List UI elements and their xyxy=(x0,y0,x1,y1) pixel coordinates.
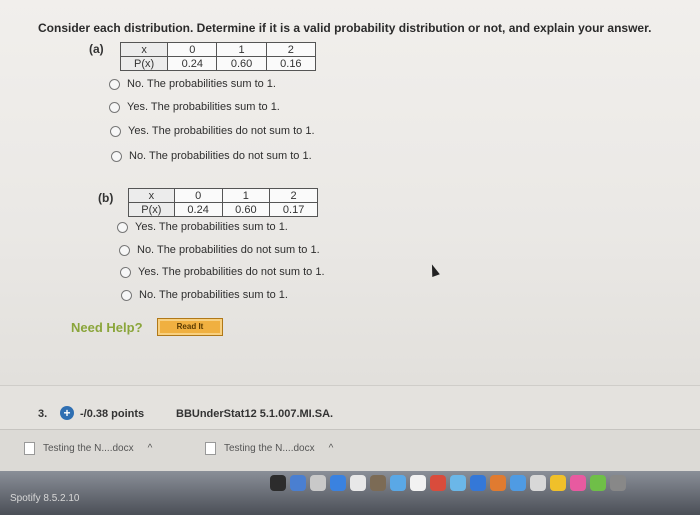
read-it-button[interactable]: Read It xyxy=(157,318,223,336)
option-label: Yes. The probabilities sum to 1. xyxy=(127,101,280,113)
table-cell: 1 xyxy=(221,188,271,203)
next-question-bar: 3. + -/0.38 points BBUnderStat12 5.1.007… xyxy=(0,385,700,430)
radio-button[interactable] xyxy=(109,78,120,90)
app-icon[interactable] xyxy=(490,475,506,491)
option-label: Yes. The probabilities sum to 1. xyxy=(135,221,288,233)
table-cell: 1 xyxy=(216,42,267,57)
document-icon xyxy=(205,442,216,455)
question-number: 3. xyxy=(38,408,48,420)
question-id: BBUnderStat12 5.1.007.MI.SA. xyxy=(176,408,334,420)
part-a-table: x 0 1 2 P(x) 0.24 0.60 0.16 xyxy=(119,42,317,71)
part-a-label: (a) xyxy=(89,42,104,56)
table-cell: 0.16 xyxy=(265,56,317,71)
part-b-option-2[interactable]: No. The probabilities do not sum to 1. xyxy=(119,244,320,256)
table-cell: P(x) xyxy=(119,56,169,71)
app-icon[interactable] xyxy=(570,475,586,491)
part-a-option-4[interactable]: No. The probabilities do not sum to 1. xyxy=(111,150,312,162)
app-icon[interactable] xyxy=(510,475,526,491)
part-a-option-3[interactable]: Yes. The probabilities do not sum to 1. xyxy=(110,125,315,137)
document-icon xyxy=(24,442,35,455)
table-cell: x xyxy=(128,188,175,203)
table-cell: 0.24 xyxy=(167,56,218,71)
part-b-label: (b) xyxy=(98,191,114,205)
app-icon[interactable] xyxy=(370,475,386,491)
app-icon[interactable] xyxy=(590,475,606,491)
app-icon[interactable] xyxy=(610,475,626,491)
table-cell: 0.17 xyxy=(269,202,318,217)
option-label: Yes. The probabilities do not sum to 1. xyxy=(138,266,325,278)
question-points: -/0.38 points xyxy=(80,408,145,420)
need-help-label: Need Help? xyxy=(71,320,143,335)
app-icon[interactable] xyxy=(270,475,286,491)
part-b-option-3[interactable]: Yes. The probabilities do not sum to 1. xyxy=(120,266,325,278)
chevron-up-icon[interactable]: ^ xyxy=(148,443,153,454)
radio-button[interactable] xyxy=(117,221,128,233)
option-label: No. The probabilities sum to 1. xyxy=(127,78,276,90)
radio-button[interactable] xyxy=(120,266,131,278)
dock-icons xyxy=(270,475,630,491)
download-item[interactable]: Testing the N....docx ^ xyxy=(205,442,333,455)
radio-button[interactable] xyxy=(109,101,120,113)
download-filename: Testing the N....docx xyxy=(224,443,315,454)
table-cell: 0.60 xyxy=(216,56,267,71)
instruction-text: Consider each distribution. Determine if… xyxy=(38,21,652,35)
part-a-option-2[interactable]: Yes. The probabilities sum to 1. xyxy=(109,101,280,113)
question-page: Consider each distribution. Determine if… xyxy=(0,0,700,385)
app-icon[interactable] xyxy=(290,475,306,491)
dock: Spotify 8.5.2.10 xyxy=(0,471,700,515)
table-cell: x xyxy=(119,42,169,57)
app-icon[interactable] xyxy=(350,475,366,491)
table-cell: 0.24 xyxy=(173,202,223,217)
chevron-up-icon[interactable]: ^ xyxy=(329,443,334,454)
option-label: No. The probabilities do not sum to 1. xyxy=(137,244,320,256)
option-label: Yes. The probabilities do not sum to 1. xyxy=(128,125,315,137)
radio-button[interactable] xyxy=(119,244,130,256)
radio-button[interactable] xyxy=(121,289,132,301)
download-filename: Testing the N....docx xyxy=(43,443,134,454)
app-icon[interactable] xyxy=(430,475,446,491)
app-icon[interactable] xyxy=(330,475,346,491)
app-icon[interactable] xyxy=(410,475,426,491)
mouse-cursor-icon xyxy=(428,262,440,278)
table-cell: P(x) xyxy=(128,202,175,217)
app-icon[interactable] xyxy=(450,475,466,491)
downloads-bar: Testing the N....docx ^ Testing the N...… xyxy=(0,429,700,472)
app-icon[interactable] xyxy=(310,475,326,491)
option-label: No. The probabilities sum to 1. xyxy=(139,289,288,301)
table-cell: 0.60 xyxy=(221,202,271,217)
app-icon[interactable] xyxy=(470,475,486,491)
part-b-option-4[interactable]: No. The probabilities sum to 1. xyxy=(121,289,288,301)
table-cell: 0 xyxy=(167,42,218,57)
app-icon[interactable] xyxy=(390,475,406,491)
part-a-option-1[interactable]: No. The probabilities sum to 1. xyxy=(109,78,276,90)
radio-button[interactable] xyxy=(110,125,121,137)
plus-icon[interactable]: + xyxy=(60,406,74,420)
table-cell: 0 xyxy=(173,188,223,203)
download-item[interactable]: Testing the N....docx ^ xyxy=(24,442,152,455)
table-cell: 2 xyxy=(269,188,318,203)
dock-app-label: Spotify 8.5.2.10 xyxy=(10,493,80,504)
radio-button[interactable] xyxy=(111,150,122,162)
app-icon[interactable] xyxy=(550,475,566,491)
table-cell: 2 xyxy=(265,42,317,57)
option-label: No. The probabilities do not sum to 1. xyxy=(129,150,312,162)
app-icon[interactable] xyxy=(530,475,546,491)
part-b-table: x 0 1 2 P(x) 0.24 0.60 0.17 xyxy=(128,188,318,217)
part-b-option-1[interactable]: Yes. The probabilities sum to 1. xyxy=(117,221,288,233)
